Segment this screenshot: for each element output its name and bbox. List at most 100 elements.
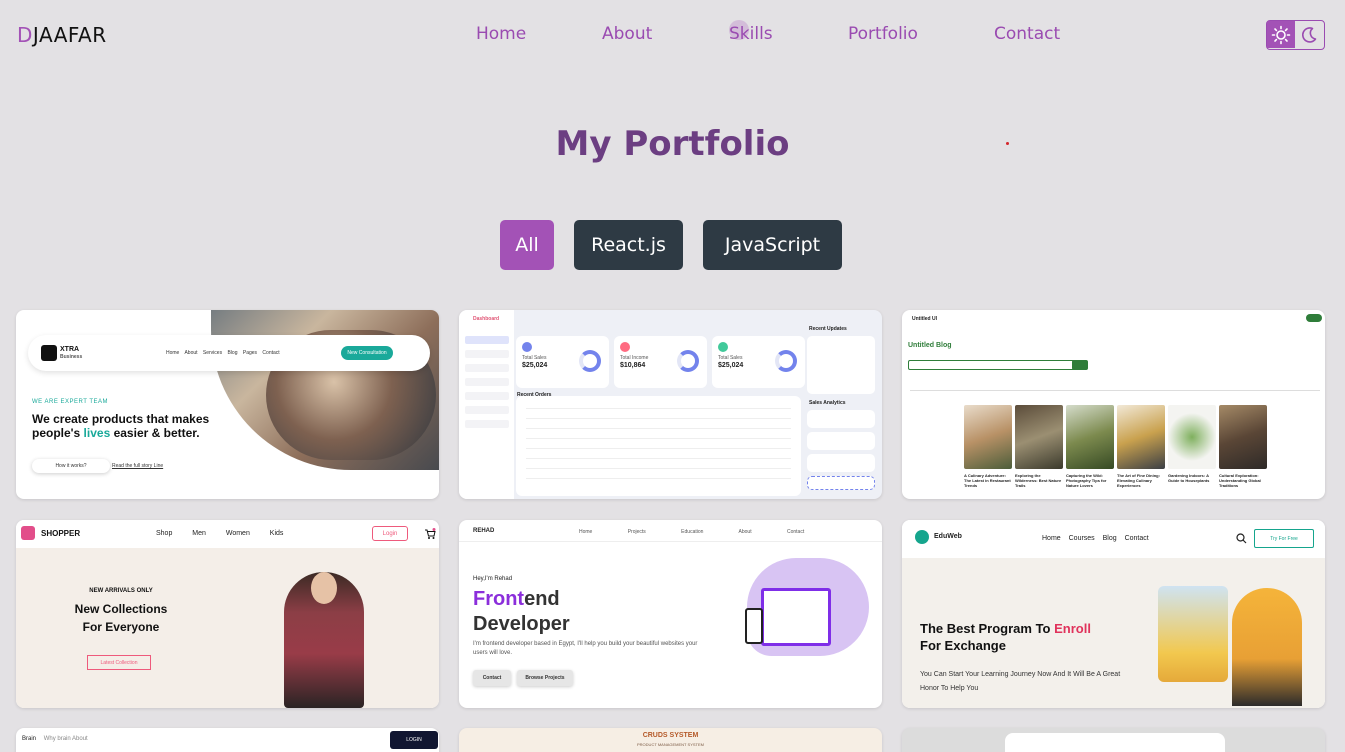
nav-about[interactable]: About — [602, 24, 652, 44]
blog-card-title: Capturing the Wild: Photography Tips for… — [1066, 473, 1107, 488]
blog-thumbnail — [1117, 405, 1165, 469]
preview-analytics-box — [807, 432, 875, 450]
model-photo-head — [311, 572, 337, 604]
preview-search — [908, 360, 1078, 370]
preview-kpi-card: Total Income $10,864 — [614, 336, 707, 388]
preview-latest-button: Latest Collection — [87, 655, 151, 670]
preview-brand: Brain Why brain About — [22, 736, 88, 742]
preview-login: Login — [372, 526, 408, 541]
nav-contact[interactable]: Contact — [994, 24, 1060, 44]
preview-login — [1306, 314, 1322, 322]
light-mode-option[interactable] — [1267, 21, 1295, 48]
preview-how-button: How it works? — [32, 459, 110, 473]
eduweb-logo-icon — [915, 530, 929, 544]
illustration-phone — [745, 608, 763, 644]
preview-story-link: Read the full story Line — [112, 463, 164, 469]
portfolio-card-rehad[interactable]: REHAD Home Projects Education About Cont… — [459, 520, 882, 708]
preview-brand: XTRA Business — [60, 346, 82, 360]
filter-reactjs-button[interactable]: React.js — [574, 220, 683, 270]
table-row — [526, 418, 791, 419]
table-row — [526, 428, 791, 429]
kpi-label: Total Sales — [522, 355, 547, 361]
kpi-progress-ring — [775, 350, 797, 372]
preview-headline: We create products that makes people's l… — [32, 412, 252, 440]
portfolio-card-eduweb[interactable]: EduWeb Home Courses Blog Contact Try For… — [902, 520, 1325, 708]
preview-subtext: You Can Start Your Learning Journey Now … — [920, 671, 1121, 692]
preview-menu: Home About Services Blog Pages Contact — [166, 350, 280, 356]
blog-card-title: Cultural Exploration: Understanding Glob… — [1219, 473, 1261, 488]
kpi-icon — [620, 342, 630, 352]
preview-title: CRUDS SYSTEM — [642, 732, 699, 739]
preview-sidebar-item — [465, 364, 509, 372]
preview-eyebrow: WE ARE EXPERT TEAM — [32, 399, 109, 405]
blog-thumbnail — [964, 405, 1012, 469]
shopping-bag-icon — [21, 526, 35, 540]
preview-analytics-title: Sales Analytics — [809, 400, 846, 406]
portfolio-card-shopper[interactable]: SHOPPER Shop Men Women Kids Login NEW AR… — [16, 520, 439, 708]
preview-brand: REHAD — [473, 528, 495, 534]
preview-sidebar-item — [465, 350, 509, 358]
preview-window — [1005, 733, 1225, 752]
preview-add-product — [807, 476, 875, 490]
kpi-value: $25,024 — [718, 362, 744, 369]
portfolio-card-brain[interactable]: Brain Why brain About LOGIN — [16, 728, 439, 752]
portfolio-card-xtra[interactable]: XTRA Business Home About Services Blog P… — [16, 310, 439, 499]
portfolio-card-blog[interactable]: Untitled UI Untitled Blog A Culinary Adv… — [902, 310, 1325, 499]
theme-toggle[interactable] — [1266, 20, 1325, 50]
nav-home[interactable]: Home — [476, 24, 526, 44]
preview-subscribe — [1072, 360, 1088, 370]
preview-contact-button: Contact — [473, 670, 511, 686]
preview-brand-sub: Business — [60, 354, 83, 360]
preview-brand: Dashboard — [473, 316, 500, 322]
illustration-monitor — [761, 588, 831, 646]
filter-all-button[interactable]: All — [500, 220, 554, 270]
preview-divider — [910, 390, 1320, 391]
table-row — [526, 478, 791, 479]
student-photo — [1158, 586, 1228, 682]
xtra-logo-icon — [41, 345, 57, 361]
preview-headline-b: easier & better. — [110, 426, 200, 440]
blog-thumbnail — [1168, 405, 1216, 469]
blog-thumbnail — [1015, 405, 1063, 469]
preview-sidebar-item — [465, 420, 509, 428]
preview-subtitle: PRODUCT MANAGEMENT SYSTEM — [637, 742, 704, 747]
nav-portfolio[interactable]: Portfolio — [848, 24, 918, 44]
preview-headline-highlight: Enroll — [1054, 621, 1091, 636]
filter-javascript-button[interactable]: JavaScript — [703, 220, 842, 270]
table-row — [526, 408, 791, 409]
table-row — [526, 458, 791, 459]
blog-thumbnail — [1066, 405, 1114, 469]
table-row — [526, 448, 791, 449]
preview-headline-front: Front — [473, 588, 525, 610]
kpi-value: $25,024 — [522, 362, 548, 369]
preview-updates-title: Recent Updates — [809, 326, 847, 332]
portfolio-card-dashboard[interactable]: Dashboard Total Sales $25,024 Total Inco… — [459, 310, 882, 499]
dark-mode-option[interactable] — [1295, 21, 1323, 48]
kpi-progress-ring — [677, 350, 699, 372]
blog-card-title: Gardening Indoors: A Guide to Houseplant… — [1168, 473, 1210, 483]
preview-brand: SHOPPER — [41, 529, 81, 538]
blog-card-title: Exploring the Wilderness: Best Nature Tr… — [1015, 473, 1062, 488]
portfolio-card-cruds[interactable]: CRUDS SYSTEM PRODUCT MANAGEMENT SYSTEM — [459, 728, 882, 752]
blog-thumbnail — [1219, 405, 1267, 469]
preview-headline-a: The Best Program To — [920, 621, 1055, 636]
student-photo — [1232, 588, 1302, 706]
preview-orders-table — [516, 396, 801, 496]
preview-analytics-box — [807, 454, 875, 472]
preview-blog-title: Untitled Blog — [908, 342, 952, 349]
preview-sidebar-item — [465, 378, 509, 386]
preview-brand-name: XTRA — [60, 346, 80, 353]
kpi-icon — [522, 342, 532, 352]
preview-right-panel: Recent Updates Sales Analytics — [807, 322, 875, 492]
blog-card-title: The Art of Fine Dining: Elevating Culina… — [1117, 473, 1160, 488]
preview-analytics-box — [807, 410, 875, 428]
portfolio-card-app[interactable] — [902, 728, 1325, 752]
main-nav: Home About Skills Portfolio Contact — [0, 20, 1345, 48]
preview-sidebar-item — [465, 392, 509, 400]
nav-skills[interactable]: Skills — [729, 24, 773, 44]
preview-updates-box — [807, 336, 875, 394]
preview-headline-developer: Developer — [473, 613, 570, 635]
table-row — [526, 438, 791, 439]
preview-login: LOGIN — [390, 731, 438, 749]
preview-greeting: Hey,I'm Rehad — [473, 576, 513, 582]
